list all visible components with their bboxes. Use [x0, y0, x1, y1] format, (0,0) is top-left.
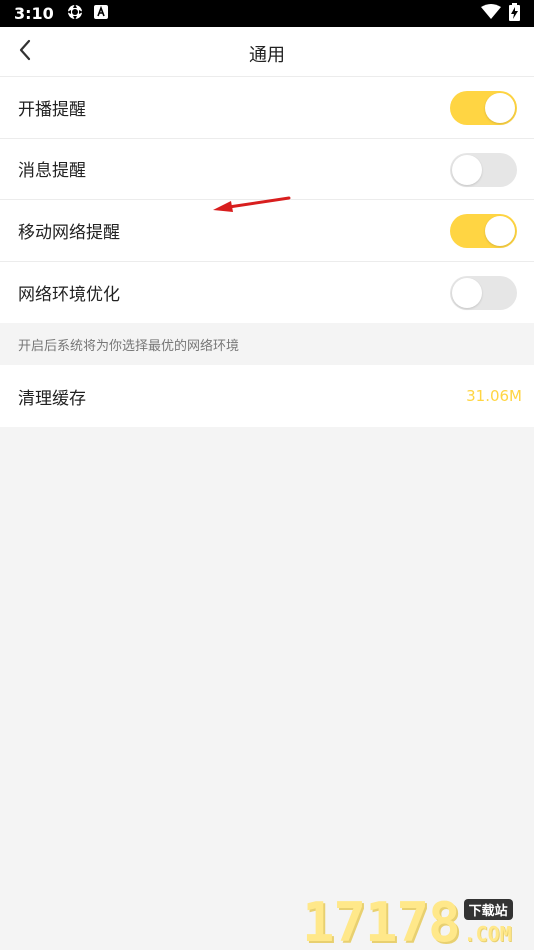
status-bar: 3:10 — [0, 0, 534, 27]
toggle-knob — [485, 216, 515, 246]
site-watermark: 17178 下载站 .COM — [302, 888, 532, 950]
clear-cache-row[interactable]: 清理缓存 31.06M — [0, 365, 534, 427]
setting-row-network-optimization: 网络环境优化 — [0, 262, 534, 324]
settings-gear-icon — [66, 3, 84, 25]
page-title: 通用 — [249, 45, 285, 66]
header: 通用 — [0, 27, 534, 77]
status-time: 3:10 — [14, 4, 54, 23]
setting-label: 消息提醒 — [18, 161, 86, 182]
watermark-badge: 下载站 — [463, 899, 513, 920]
cache-size-value: 31.06M — [466, 387, 522, 405]
network-optimization-toggle[interactable] — [450, 275, 517, 310]
setting-label: 开播提醒 — [18, 99, 86, 120]
toggle-knob — [485, 93, 515, 123]
mobile-network-reminder-toggle[interactable] — [450, 214, 517, 248]
battery-charging-icon — [509, 2, 520, 25]
setting-label: 网络环境优化 — [18, 284, 120, 305]
watermark-domain: .COM — [463, 922, 512, 946]
message-reminder-toggle[interactable] — [450, 152, 517, 187]
clear-cache-label: 清理缓存 — [18, 388, 86, 409]
toggle-knob — [452, 154, 482, 185]
annotation-arrow-icon — [205, 190, 295, 224]
watermark-number: 17178 — [302, 891, 461, 950]
wifi-icon — [481, 3, 501, 24]
network-optimization-hint: 开启后系统将为你选择最优的网络环境 — [0, 323, 534, 365]
a-badge-icon — [93, 4, 108, 23]
live-reminder-toggle[interactable] — [450, 91, 517, 125]
toggle-knob — [452, 277, 482, 308]
setting-label: 移动网络提醒 — [18, 222, 120, 243]
setting-row-live-reminder: 开播提醒 — [0, 77, 534, 139]
